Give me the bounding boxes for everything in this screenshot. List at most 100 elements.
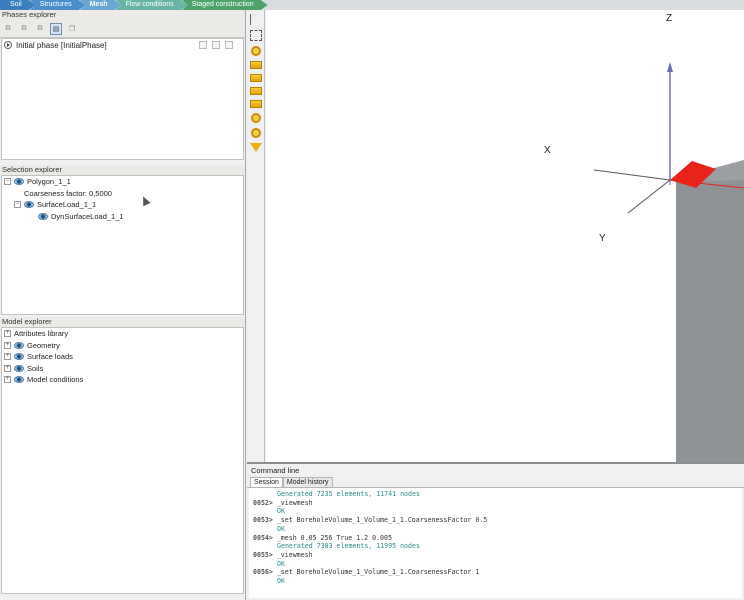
tree-label: DynSurfaceLoad_1_1 (51, 211, 124, 221)
log-command-line: 0053> _set BoreholeVolume_1_Volume_1_1.C… (253, 516, 738, 525)
tree-item-coarseness[interactable]: Coarseness factor: 0,5000 (2, 188, 243, 200)
tree-label: Soils (27, 363, 44, 373)
log-command-line: 0055> _viewmesh (253, 551, 738, 560)
visibility-eye-icon[interactable] (14, 376, 24, 384)
log-output-line: Generated 7235 elements, 11741 nodes (277, 490, 420, 498)
log-output-line: OK (277, 559, 285, 568)
command-line-panel: Command line Session Model history Gener… (247, 462, 744, 600)
generate-mesh-icon[interactable] (250, 113, 261, 123)
edit-phase-icon[interactable]: ▤ (50, 22, 62, 35)
expand-icon[interactable]: + (4, 353, 11, 361)
log-command-line: 0056> _set BoreholeVolume_1_Volume_1_1.C… (253, 568, 738, 577)
log-line-number: 0053> (253, 516, 273, 525)
selection-explorer-title: Selection explorer (0, 165, 245, 175)
log-line-number: 0056> (253, 568, 273, 577)
model-explorer-title: Model explorer (0, 317, 245, 327)
log-line-number: 0052> (253, 498, 273, 507)
calculation-type-icon[interactable] (199, 41, 207, 49)
view-mesh-icon[interactable] (250, 128, 261, 138)
log-command-text: _viewmesh (272, 550, 313, 559)
view-iso-icon[interactable] (249, 100, 262, 108)
log-command-text: _viewmesh (272, 498, 313, 507)
selection-tree: − Polygon_1_1 Coarseness factor: 0,5000 … (1, 175, 244, 315)
select-rectangle-icon[interactable] (249, 30, 262, 41)
tree-item-surface-loads[interactable]: + Surface loads (2, 351, 243, 363)
y-axis (627, 179, 671, 214)
tab-session[interactable]: Session (250, 477, 283, 487)
log-line-number: 0055> (253, 550, 273, 559)
tree-label: Polygon_1_1 (27, 177, 71, 187)
log-command-text: _set BoreholeVolume_1_Volume_1_1.Coarsen… (272, 568, 480, 577)
insert-phase-icon[interactable]: ⧉ (18, 23, 30, 35)
tree-item-dyn-surface-load[interactable]: DynSurfaceLoad_1_1 (2, 211, 243, 223)
collapse-icon[interactable]: − (4, 178, 11, 186)
loading-type-icon[interactable] (212, 41, 220, 49)
log-line-number: 0054> (253, 533, 273, 542)
rotate-view-icon[interactable] (250, 46, 261, 56)
phase-status-icon[interactable] (225, 41, 233, 49)
phase-item-icons (199, 41, 233, 49)
tree-label: Geometry (27, 340, 60, 350)
select-arrow-icon[interactable] (249, 14, 262, 25)
phases-toolbar: ⧉ ⧉ ⧉ ▤ ❐ (0, 20, 245, 38)
command-line-title: Command line (251, 466, 300, 475)
visibility-eye-icon[interactable] (14, 353, 24, 361)
tree-label: Surface loads (27, 352, 73, 362)
viewport-canvas[interactable] (266, 10, 744, 462)
tree-item-polygon[interactable]: − Polygon_1_1 (2, 176, 243, 188)
command-tabs: Session Model history (247, 477, 744, 488)
phases-list: Initial phase [InitialPhase] (1, 38, 244, 160)
log-output-line: OK (277, 507, 285, 516)
view-side-icon[interactable] (249, 87, 262, 95)
log-command-text: _mesh 0.05 256 True 1.2 0.005 (272, 533, 392, 542)
tab-flow-conditions[interactable]: Flow conditions (116, 0, 188, 10)
session-log[interactable]: Generated 7235 elements, 11741 nodes 0052… (249, 488, 742, 598)
tab-soil[interactable]: Soil (0, 0, 36, 10)
tab-structures[interactable]: Structures (30, 0, 86, 10)
delete-phase-icon[interactable]: ⧉ (34, 23, 46, 35)
model-tree: + Attributes library + Geometry + Surfac… (1, 327, 244, 594)
expand-icon[interactable]: + (4, 364, 11, 372)
expand-icon[interactable]: + (4, 330, 11, 338)
tree-item-attributes-library[interactable]: + Attributes library (2, 328, 243, 340)
log-output-line: OK (277, 524, 285, 533)
view-front-icon[interactable] (249, 61, 262, 69)
tree-item-soils[interactable]: + Soils (2, 363, 243, 375)
visibility-eye-icon[interactable] (14, 364, 24, 372)
expand-icon[interactable]: + (4, 341, 11, 349)
phase-label: Initial phase [InitialPhase] (16, 40, 107, 50)
collapse-icon[interactable]: − (14, 201, 21, 209)
log-output-line: Generated 7383 elements, 11995 nodes (277, 542, 420, 551)
phases-explorer-title: Phases explorer (0, 10, 245, 20)
tree-item-surface-load[interactable]: − SurfaceLoad_1_1 (2, 199, 243, 211)
x-axis (593, 169, 671, 181)
log-command-line: 0052> _viewmesh (253, 499, 738, 508)
view-top-icon[interactable] (249, 74, 262, 82)
visibility-eye-icon[interactable] (24, 201, 34, 209)
z-axis-arrowhead (667, 62, 673, 72)
copy-phase-icon[interactable]: ❐ (66, 23, 78, 35)
tab-model-history[interactable]: Model history (282, 477, 333, 487)
viewport-toolbar (247, 10, 265, 464)
left-panel: Phases explorer ⧉ ⧉ ⧉ ▤ ❐ Initial phase … (0, 10, 246, 600)
axis-label-x: X (544, 145, 551, 156)
refine-icon[interactable] (249, 143, 262, 152)
tab-staged-construction[interactable]: Staged construction (182, 0, 268, 10)
visibility-eye-icon[interactable] (14, 341, 24, 349)
model-viewport[interactable]: Z X Y (266, 10, 744, 462)
visibility-eye-icon[interactable] (38, 212, 48, 220)
log-output-line: OK (277, 577, 285, 586)
axis-label-z: Z (666, 13, 673, 24)
tree-label: Attributes library (14, 329, 69, 339)
phase-tab-bar: Soil Structures Mesh Flow conditions Sta… (0, 0, 744, 10)
log-command-line: 0054> _mesh 0.05 256 True 1.2 0.005 (253, 534, 738, 543)
log-command-text: _set BoreholeVolume_1_Volume_1_1.Coarsen… (272, 516, 488, 525)
tree-item-geometry[interactable]: + Geometry (2, 340, 243, 352)
expand-icon[interactable]: + (4, 376, 11, 384)
tab-mesh[interactable]: Mesh (80, 0, 122, 10)
tree-item-model-conditions[interactable]: + Model conditions (2, 374, 243, 386)
visibility-eye-icon[interactable] (14, 178, 24, 186)
axis-label-y: Y (599, 233, 606, 244)
play-icon (4, 41, 12, 49)
add-phase-icon[interactable]: ⧉ (2, 23, 14, 35)
